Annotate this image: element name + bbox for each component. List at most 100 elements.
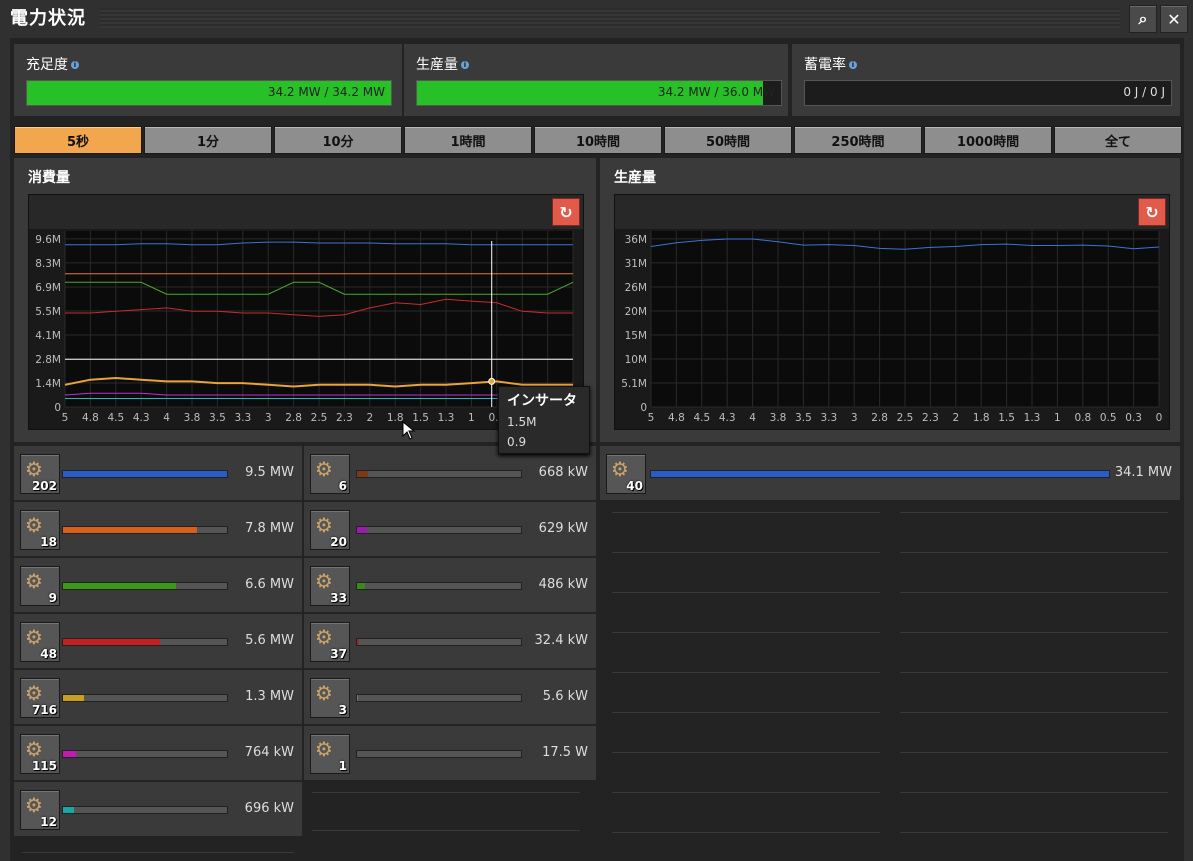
power-value: 9.5 MW bbox=[245, 465, 294, 480]
centrifuge-icon[interactable]: ⚙ 3 bbox=[310, 678, 350, 718]
y-tick-label: 1.4M bbox=[35, 378, 61, 390]
x-tick-label: 3.5 bbox=[209, 412, 226, 424]
x-tick-label: 4 bbox=[163, 412, 170, 424]
tab-0[interactable]: 5秒 bbox=[14, 126, 142, 154]
power-bar bbox=[62, 694, 228, 702]
chemical-plant-icon[interactable]: ⚙ 6 bbox=[310, 454, 350, 494]
consumers_right-row[interactable]: ⚙ 1 17.5 W bbox=[304, 726, 596, 782]
tooltip-value: 1.5M bbox=[507, 415, 537, 429]
x-tick-label: 3 bbox=[851, 412, 858, 424]
radar-icon[interactable]: ⚙ 202 bbox=[20, 454, 60, 494]
tab-5[interactable]: 50時間 bbox=[664, 126, 792, 154]
x-tick-label: 4 bbox=[749, 412, 756, 424]
power-value: 668 kW bbox=[538, 465, 588, 480]
pump-icon[interactable]: ⚙ 33 bbox=[310, 566, 350, 606]
close-button[interactable]: ✕ bbox=[1160, 5, 1188, 33]
title-bar[interactable]: 電力状況 ⌕ ✕ bbox=[0, 0, 1193, 34]
y-tick-label: 31M bbox=[625, 258, 647, 270]
lab-icon[interactable]: ⚙ 12 bbox=[20, 790, 60, 830]
search-button[interactable]: ⌕ bbox=[1129, 5, 1157, 33]
tab-8[interactable]: 全て bbox=[1054, 126, 1182, 154]
consumers_left-row[interactable]: ⚙ 202 9.5 MW bbox=[14, 446, 302, 502]
consumers_left-row[interactable]: ⚙ 9 6.6 MW bbox=[14, 558, 302, 614]
power-bar-fill bbox=[63, 583, 177, 589]
power-bar-fill bbox=[63, 639, 160, 645]
window-title: 電力状況 bbox=[10, 8, 86, 29]
y-tick-label: 5.5M bbox=[35, 306, 61, 318]
x-tick-label: 2.5 bbox=[311, 412, 328, 424]
consumers_right-row[interactable]: ⚙ 33 486 kW bbox=[304, 558, 596, 614]
power-bar-fill bbox=[63, 751, 77, 757]
power-bar-fill bbox=[63, 695, 85, 701]
oil-refinery-icon[interactable]: ⚙ 20 bbox=[310, 510, 350, 550]
electric-mining-drill-icon[interactable]: ⚙ 48 bbox=[20, 622, 60, 662]
fast-inserter-icon[interactable]: ⚙ 115 bbox=[20, 734, 60, 774]
long-handed-inserter-icon[interactable]: ⚙ 37 bbox=[310, 622, 350, 662]
x-tick-label: 3.8 bbox=[184, 412, 201, 424]
tab-3[interactable]: 1時間 bbox=[404, 126, 532, 154]
tab-4[interactable]: 10時間 bbox=[534, 126, 662, 154]
x-tick-label: 3.3 bbox=[820, 412, 837, 424]
tab-2[interactable]: 10分 bbox=[274, 126, 402, 154]
consumers_left-row[interactable]: ⚙ 48 5.6 MW bbox=[14, 614, 302, 670]
pumpjack-icon[interactable]: ⚙ 9 bbox=[20, 566, 60, 606]
power-value: 486 kW bbox=[538, 577, 588, 592]
time-range-tabs: 5秒 1分 10分 1時間 10時間 50時間 250時間 1000時間 全て bbox=[14, 126, 1182, 154]
power-bar bbox=[62, 470, 228, 478]
entity-count: 3 bbox=[338, 703, 347, 717]
x-tick-label: 2 bbox=[952, 412, 959, 424]
mouse-cursor-icon bbox=[402, 421, 416, 440]
entity-count: 716 bbox=[31, 703, 57, 717]
entity-count: 48 bbox=[40, 647, 57, 661]
assembling-machine-icon[interactable]: ⚙ 18 bbox=[20, 510, 60, 550]
search-icon: ⌕ bbox=[1138, 9, 1148, 28]
power-value: 5.6 MW bbox=[245, 633, 294, 648]
producers-row[interactable]: ⚙ 40 34.1 MW bbox=[600, 446, 1180, 502]
power-bar-fill bbox=[63, 471, 227, 477]
x-tick-label: 1 bbox=[468, 412, 475, 424]
consumers_right-row[interactable]: ⚙ 6 668 kW bbox=[304, 446, 596, 502]
inserter-icon[interactable]: ⚙ 716 bbox=[20, 678, 60, 718]
tab-1[interactable]: 1分 bbox=[144, 126, 272, 154]
x-tick-label: 4.5 bbox=[693, 412, 710, 424]
production-panel: 生産量 i 34.2 MW / 36.0 MW bbox=[404, 44, 788, 116]
x-tick-label: 0 bbox=[1156, 412, 1163, 424]
power-bar bbox=[62, 638, 228, 646]
y-tick-label: 15M bbox=[625, 330, 647, 342]
tab-6[interactable]: 250時間 bbox=[794, 126, 922, 154]
consumers_right-row[interactable]: ⚙ 3 5.6 kW bbox=[304, 670, 596, 726]
y-tick-label: 5.1M bbox=[621, 378, 647, 390]
tab-7[interactable]: 1000時間 bbox=[924, 126, 1052, 154]
entity-count: 12 bbox=[40, 815, 57, 829]
power-bar bbox=[356, 526, 522, 534]
consumers_right-row[interactable]: ⚙ 20 629 kW bbox=[304, 502, 596, 558]
production-chart[interactable]: 5 4.8 4.5 4.3 4 3.8 3.5 3.3 3 2.8 2.5 2.3 2 1.8 1.5 1.3… bbox=[615, 195, 1169, 429]
info-icon[interactable]: i bbox=[461, 61, 469, 69]
x-tick-label: 1.5 bbox=[998, 412, 1015, 424]
drag-handle[interactable] bbox=[100, 8, 1120, 28]
info-icon[interactable]: i bbox=[71, 61, 79, 69]
x-tick-label: 3.3 bbox=[234, 412, 251, 424]
x-tick-label: 4.8 bbox=[668, 412, 685, 424]
production-chart-box: ↻ 5 4.8 4.5 4.3 4 3.8 3.5 3.3 3 2.8 2.5 2.3 2 1.8 1.5 1… bbox=[614, 194, 1170, 430]
consumers_right-row[interactable]: ⚙ 37 32.4 kW bbox=[304, 614, 596, 670]
consumers_left-row[interactable]: ⚙ 12 696 kW bbox=[14, 782, 302, 838]
production-label: 生産量 bbox=[416, 57, 458, 73]
entity-count: 202 bbox=[31, 479, 57, 493]
entity-count: 18 bbox=[40, 535, 57, 549]
steam-engine-icon[interactable]: ⚙ 40 bbox=[606, 454, 646, 494]
consumers_left-row[interactable]: ⚙ 18 7.8 MW bbox=[14, 502, 302, 558]
power-value: 629 kW bbox=[538, 521, 588, 536]
x-tick-label: 2.5 bbox=[897, 412, 914, 424]
entity-count: 37 bbox=[330, 647, 347, 661]
roboport-icon[interactable]: ⚙ 1 bbox=[310, 734, 350, 774]
consumers_left-row[interactable]: ⚙ 716 1.3 MW bbox=[14, 670, 302, 726]
power-value: 34.1 MW bbox=[1114, 465, 1172, 480]
info-icon[interactable]: i bbox=[849, 61, 857, 69]
hover-point bbox=[488, 377, 496, 385]
y-tick-label: 2.8M bbox=[35, 354, 61, 366]
x-tick-label: 2.3 bbox=[922, 412, 939, 424]
power-value: 1.3 MW bbox=[245, 689, 294, 704]
consumers_left-row[interactable]: ⚙ 115 764 kW bbox=[14, 726, 302, 782]
power-value: 764 kW bbox=[244, 745, 294, 760]
